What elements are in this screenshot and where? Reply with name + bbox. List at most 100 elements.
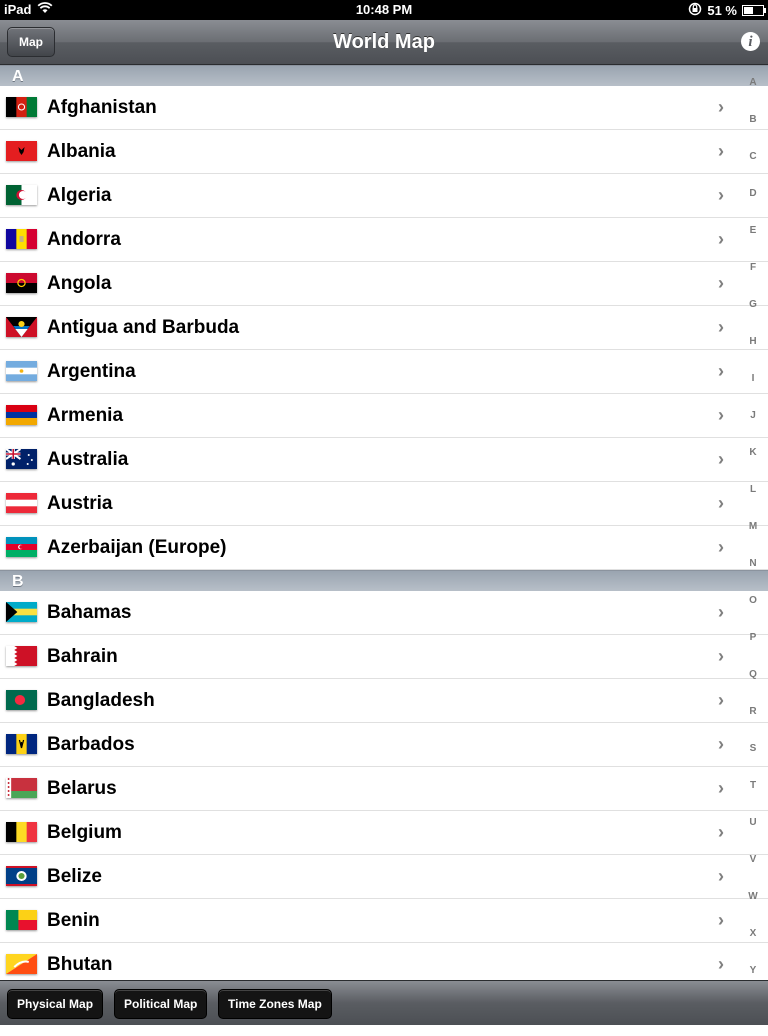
index-letter[interactable]: D bbox=[746, 185, 760, 222]
index-letter[interactable]: V bbox=[746, 851, 760, 888]
list-item[interactable]: Austria › bbox=[0, 482, 768, 526]
country-name: Benin bbox=[47, 910, 100, 931]
chevron-right-icon: › bbox=[718, 866, 724, 886]
chevron-right-icon: › bbox=[718, 361, 724, 381]
index-letter[interactable]: Q bbox=[746, 666, 760, 703]
bahamas-flag-icon bbox=[6, 602, 37, 622]
list-item[interactable]: Bahamas › bbox=[0, 591, 768, 635]
country-name: Afghanistan bbox=[47, 97, 157, 118]
index-letter[interactable]: N bbox=[746, 555, 760, 592]
angola-flag-icon bbox=[6, 273, 37, 293]
country-name: Albania bbox=[47, 141, 116, 162]
barbados-flag-icon bbox=[6, 734, 37, 754]
list-item[interactable]: Australia › bbox=[0, 438, 768, 482]
index-letter[interactable]: R bbox=[746, 703, 760, 740]
index-letter[interactable]: C bbox=[746, 148, 760, 185]
index-letter[interactable]: H bbox=[746, 333, 760, 370]
rotation-lock-icon bbox=[688, 2, 702, 19]
afghanistan-flag-icon bbox=[6, 97, 37, 117]
section-index[interactable]: ABCDEFGHIJKLMNOPQRSTUVWXYZ bbox=[746, 74, 760, 1036]
belarus-flag-icon bbox=[6, 778, 37, 798]
page-title: World Map bbox=[333, 31, 435, 53]
chevron-right-icon: › bbox=[718, 910, 724, 930]
status-bar: iPad 10:48 PM 51 % bbox=[0, 0, 768, 20]
list-item[interactable]: Azerbaijan (Europe) › bbox=[0, 526, 768, 570]
country-name: Algeria bbox=[47, 185, 112, 206]
index-letter[interactable]: A bbox=[746, 74, 760, 111]
list-item[interactable]: Bangladesh › bbox=[0, 679, 768, 723]
list-item[interactable]: Belarus › bbox=[0, 767, 768, 811]
country-name: Barbados bbox=[47, 734, 135, 755]
chevron-right-icon: › bbox=[718, 317, 724, 337]
index-letter[interactable]: S bbox=[746, 740, 760, 777]
armenia-flag-icon bbox=[6, 405, 37, 425]
australia-flag-icon bbox=[5, 448, 37, 469]
index-letter[interactable]: X bbox=[746, 925, 760, 962]
index-letter[interactable]: O bbox=[746, 592, 760, 629]
country-name: Austria bbox=[47, 493, 113, 514]
bangladesh-flag-icon bbox=[6, 690, 37, 710]
section-header-a: A bbox=[0, 65, 768, 86]
political-map-button[interactable]: Political Map bbox=[114, 989, 208, 1019]
index-letter[interactable]: T bbox=[746, 777, 760, 814]
country-name: Bahamas bbox=[47, 602, 132, 623]
index-letter[interactable]: M bbox=[746, 518, 760, 555]
chevron-right-icon: › bbox=[718, 185, 724, 205]
info-icon[interactable]: i bbox=[741, 32, 760, 51]
benin-flag-icon bbox=[6, 910, 37, 930]
index-letter[interactable]: K bbox=[746, 444, 760, 481]
index-letter[interactable]: B bbox=[746, 111, 760, 148]
country-list[interactable]: A Afghanistan › Albania › Algeria › Andorra › An… bbox=[0, 65, 768, 980]
country-name: Antigua and Barbuda bbox=[47, 317, 240, 338]
country-name: Argentina bbox=[47, 361, 136, 382]
list-item[interactable]: Armenia › bbox=[0, 394, 768, 438]
chevron-right-icon: › bbox=[718, 449, 724, 469]
list-item[interactable]: Benin › bbox=[0, 899, 768, 943]
index-letter[interactable]: W bbox=[746, 888, 760, 925]
index-letter[interactable]: I bbox=[746, 370, 760, 407]
chevron-right-icon: › bbox=[718, 734, 724, 754]
list-item[interactable]: Angola › bbox=[0, 262, 768, 306]
index-letter[interactable]: G bbox=[746, 296, 760, 333]
list-item[interactable]: Belgium › bbox=[0, 811, 768, 855]
index-letter[interactable]: F bbox=[746, 259, 760, 296]
list-item[interactable]: Barbados › bbox=[0, 723, 768, 767]
index-letter[interactable]: J bbox=[746, 407, 760, 444]
country-name: Bahrain bbox=[47, 646, 118, 667]
index-letter[interactable]: U bbox=[746, 814, 760, 851]
bhutan-flag-icon bbox=[6, 954, 37, 974]
chevron-right-icon: › bbox=[718, 405, 724, 425]
azerbaijan-flag-icon bbox=[6, 537, 37, 557]
physical-map-button[interactable]: Physical Map bbox=[7, 989, 104, 1019]
list-item[interactable]: Andorra › bbox=[0, 218, 768, 262]
country-name: Azerbaijan (Europe) bbox=[47, 537, 227, 558]
section-header-b: B bbox=[0, 570, 768, 591]
belgium-flag-icon bbox=[6, 822, 37, 842]
list-item[interactable]: Argentina › bbox=[0, 350, 768, 394]
list-item[interactable]: Albania › bbox=[0, 130, 768, 174]
country-name: Belize bbox=[47, 866, 102, 887]
chevron-right-icon: › bbox=[718, 229, 724, 249]
list-item[interactable]: Belize › bbox=[0, 855, 768, 899]
country-name: Angola bbox=[47, 273, 112, 294]
chevron-right-icon: › bbox=[718, 602, 724, 622]
bottom-toolbar: Physical Map Political Map Time Zones Ma… bbox=[0, 980, 768, 1025]
chevron-right-icon: › bbox=[718, 822, 724, 842]
country-name: Bhutan bbox=[47, 954, 113, 975]
list-item[interactable]: Afghanistan › bbox=[0, 86, 768, 130]
andorra-flag-icon bbox=[6, 229, 37, 249]
index-letter[interactable]: P bbox=[746, 629, 760, 666]
index-letter[interactable]: E bbox=[746, 222, 760, 259]
chevron-right-icon: › bbox=[718, 646, 724, 666]
list-item[interactable]: Algeria › bbox=[0, 174, 768, 218]
country-name: Belarus bbox=[47, 778, 117, 799]
time-zones-map-button[interactable]: Time Zones Map bbox=[218, 989, 332, 1019]
index-letter[interactable]: L bbox=[746, 481, 760, 518]
chevron-right-icon: › bbox=[718, 954, 724, 974]
list-item[interactable]: Bahrain › bbox=[0, 635, 768, 679]
list-item[interactable]: Bhutan › bbox=[0, 943, 768, 980]
antigua-flag-icon bbox=[6, 317, 37, 337]
country-name: Belgium bbox=[47, 822, 122, 843]
albania-flag-icon bbox=[6, 141, 37, 161]
list-item[interactable]: Antigua and Barbuda › bbox=[0, 306, 768, 350]
